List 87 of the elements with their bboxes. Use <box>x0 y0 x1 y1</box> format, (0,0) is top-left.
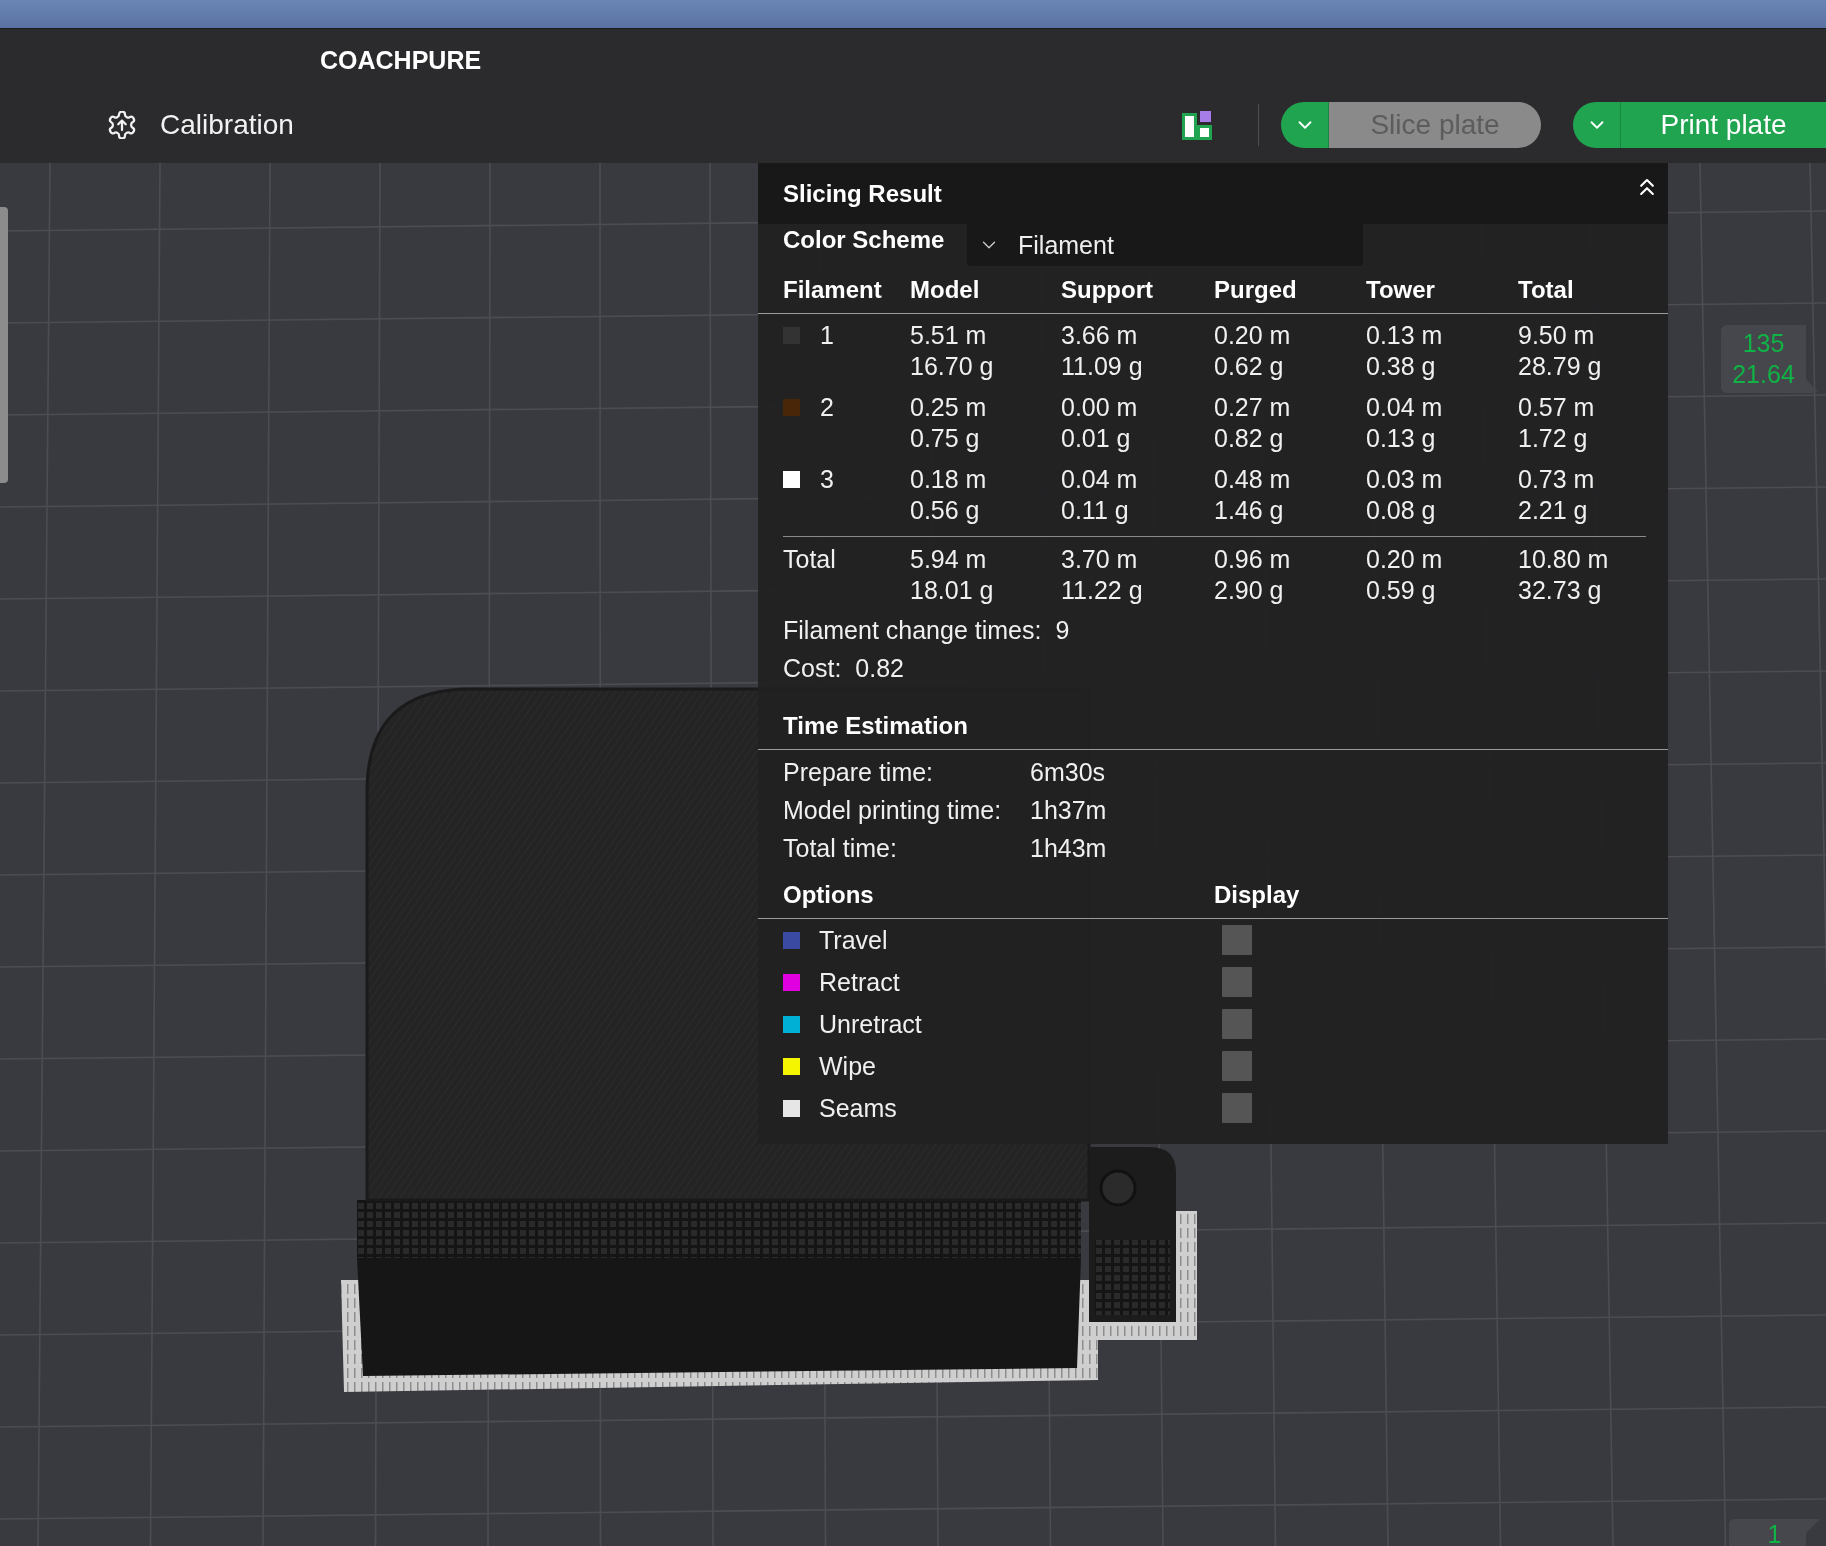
total-label: Total <box>783 544 837 575</box>
app-title: COACHPURE <box>320 45 482 75</box>
slice-options-dropdown[interactable] <box>1281 102 1329 148</box>
display-checkbox[interactable] <box>1222 1051 1252 1081</box>
filament-number: 3 <box>820 464 834 495</box>
time-value: 1h37m <box>1030 795 1108 826</box>
option-label: Wipe <box>819 1050 876 1082</box>
weight-value: 0.08 g <box>1366 495 1436 526</box>
tooltip-value: 21.64 <box>1732 359 1795 390</box>
length-value: 0.13 m <box>1366 320 1443 351</box>
weight-value: 11.09 g <box>1061 351 1143 382</box>
display-checkbox[interactable] <box>1222 1009 1252 1039</box>
length-value: 0.20 m <box>1214 320 1291 351</box>
length-value: 0.27 m <box>1214 392 1291 423</box>
calibration-button[interactable]: Calibration <box>108 108 294 142</box>
summary-value: 9 <box>1055 615 1070 646</box>
time-label: Model printing time: <box>783 795 1003 826</box>
summary-label: Cost: <box>783 653 842 684</box>
column-header: Total <box>1518 275 1575 305</box>
weight-value: 2.21 g <box>1518 495 1588 526</box>
weight-value: 0.62 g <box>1214 351 1284 382</box>
filament-number: 1 <box>820 320 834 351</box>
weight-value: 0.56 g <box>910 495 980 526</box>
weight-value: 0.82 g <box>1214 423 1284 454</box>
column-header: Display <box>1214 880 1301 910</box>
weight-value: 0.59 g <box>1366 575 1436 606</box>
column-header: Model <box>910 275 981 305</box>
length-value: 0.03 m <box>1366 464 1443 495</box>
time-value: 6m30s <box>1030 757 1107 788</box>
length-value: 0.73 m <box>1518 464 1595 495</box>
print-options-dropdown[interactable] <box>1573 102 1621 148</box>
length-value: 3.70 m <box>1061 544 1138 575</box>
weight-value: 0.75 g <box>910 423 980 454</box>
weight-value: 11.22 g <box>1061 575 1143 606</box>
display-checkbox[interactable] <box>1222 1093 1252 1123</box>
summary-label: Filament change times: <box>783 615 1042 646</box>
color-scheme-label: Color Scheme <box>783 225 946 255</box>
display-checkbox[interactable] <box>1222 925 1252 955</box>
panel-title: Slicing Result <box>783 179 942 209</box>
weight-value: 18.01 g <box>910 575 994 606</box>
column-header: Tower <box>1366 275 1436 305</box>
gear-icon <box>108 111 136 139</box>
option-label: Travel <box>819 924 888 956</box>
tooltip-value: 135 <box>1742 328 1785 359</box>
scrollbar-thumb[interactable] <box>0 207 8 483</box>
column-header: Purged <box>1214 275 1298 305</box>
length-value: 0.96 m <box>1214 544 1291 575</box>
weight-value: 0.01 g <box>1061 423 1131 454</box>
weight-value: 0.38 g <box>1366 351 1436 382</box>
section-title: Time Estimation <box>783 711 969 741</box>
weight-value: 32.73 g <box>1518 575 1602 606</box>
length-value: 0.48 m <box>1214 464 1291 495</box>
display-checkbox[interactable] <box>1222 967 1252 997</box>
length-value: 0.18 m <box>910 464 987 495</box>
option-label: Unretract <box>819 1008 922 1040</box>
length-value: 9.50 m <box>1518 320 1595 351</box>
weight-value: 1.72 g <box>1518 423 1588 454</box>
column-header: Options <box>783 880 875 910</box>
column-header: Filament <box>783 275 883 305</box>
weight-value: 0.11 g <box>1061 495 1129 526</box>
time-value: 1h43m <box>1030 833 1108 864</box>
layout-icon <box>1182 110 1212 140</box>
weight-value: 1.46 g <box>1214 495 1284 526</box>
time-label: Prepare time: <box>783 757 935 788</box>
weight-value: 2.90 g <box>1214 575 1284 606</box>
option-label: Seams <box>819 1092 897 1124</box>
weight-value: 28.79 g <box>1518 351 1602 382</box>
time-label: Total time: <box>783 833 898 864</box>
length-value: 3.66 m <box>1061 320 1138 351</box>
length-value: 0.20 m <box>1366 544 1443 575</box>
length-value: 0.04 m <box>1366 392 1443 423</box>
option-label: Retract <box>819 966 900 998</box>
length-value: 0.25 m <box>910 392 987 423</box>
length-value: 5.51 m <box>910 320 987 351</box>
color-scheme-dropdown[interactable]: Filament <box>967 224 1363 266</box>
weight-value: 16.70 g <box>910 351 994 382</box>
length-value: 5.94 m <box>910 544 987 575</box>
weight-value: 0.13 g <box>1366 423 1436 454</box>
length-value: 0.00 m <box>1061 392 1138 423</box>
length-value: 0.04 m <box>1061 464 1138 495</box>
filament-number: 2 <box>820 392 834 423</box>
layout-button[interactable] <box>1182 110 1212 140</box>
length-value: 10.80 m <box>1518 544 1609 575</box>
length-value: 0.57 m <box>1518 392 1595 423</box>
column-header: Support <box>1061 275 1154 305</box>
tooltip-value: 1 <box>1767 1523 1782 1546</box>
summary-value: 0.82 <box>855 653 905 684</box>
